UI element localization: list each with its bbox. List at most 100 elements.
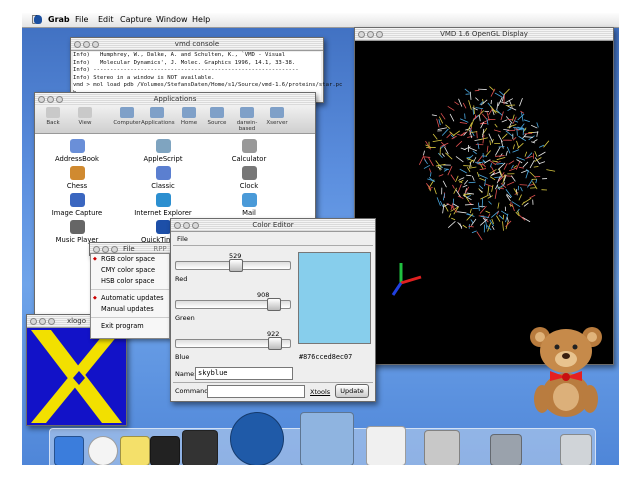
blue-slider[interactable] — [175, 337, 291, 350]
menu-item-hsb-color-space[interactable]: HSB color space — [91, 276, 169, 287]
zoom-button[interactable] — [56, 96, 63, 103]
red-slider[interactable] — [175, 259, 291, 272]
menu-window[interactable]: Window — [156, 13, 188, 27]
dock-clock-icon[interactable] — [88, 436, 118, 465]
app-classic[interactable]: Classic — [123, 166, 203, 190]
app-applescript[interactable]: AppleScript — [123, 139, 203, 163]
zoom-button[interactable] — [376, 31, 383, 38]
app-internet-explorer[interactable]: Internet Explorer — [123, 193, 203, 217]
minimize-button[interactable] — [47, 96, 54, 103]
dock-trash-icon[interactable] — [560, 434, 592, 465]
color-editor-window[interactable]: Color Editor File 529 Red 908 Green 922 … — [170, 218, 376, 402]
toolbar-darwin-based[interactable]: darwin-based — [231, 107, 263, 132]
minimize-button[interactable] — [83, 41, 90, 48]
color-editor-file-menu[interactable]: File — [177, 235, 188, 243]
opengl-titlebar[interactable]: VMD 1.6 OpenGL Display — [355, 28, 613, 41]
dock-finder-icon[interactable] — [54, 436, 84, 465]
close-button[interactable] — [38, 96, 45, 103]
dock-x11-icon[interactable] — [300, 412, 354, 465]
menu-file[interactable]: File — [75, 13, 88, 27]
applications-toolbar: Back View Computer Applications Home Source da… — [35, 105, 315, 134]
xtools-label[interactable]: Xtools — [310, 388, 330, 396]
dock-stickies-icon[interactable] — [120, 436, 150, 465]
menu-help[interactable]: Help — [192, 13, 210, 27]
menu-item-manual-updates[interactable]: Manual updates — [91, 304, 169, 315]
applescript-icon — [155, 139, 171, 153]
menu-grab[interactable]: Grab — [48, 13, 70, 27]
green-slider[interactable] — [175, 298, 291, 311]
opengl-display-window[interactable]: VMD 1.6 OpenGL Display — [354, 27, 614, 365]
green-slider-thumb[interactable] — [266, 298, 281, 311]
command-field[interactable] — [207, 385, 305, 398]
home-icon — [182, 107, 196, 118]
dock-activity-monitor-icon[interactable] — [182, 430, 218, 465]
dock-preferences-icon[interactable] — [490, 434, 522, 465]
dock-globe-icon[interactable] — [230, 412, 284, 465]
blue-slider-thumb[interactable] — [268, 337, 283, 350]
internet-explorer-icon — [155, 193, 171, 207]
app-addressbook[interactable]: AddressBook — [37, 139, 117, 163]
back-icon — [46, 107, 60, 118]
teddy-bear-image — [530, 327, 602, 417]
minimize-button[interactable] — [367, 31, 374, 38]
app-chess[interactable]: Chess — [37, 166, 117, 190]
minimize-button[interactable] — [183, 222, 190, 229]
toolbar-xserver[interactable]: Xserver — [261, 107, 293, 126]
vmd-console-titlebar[interactable]: vmd console — [71, 38, 323, 51]
calculator-icon — [241, 139, 257, 153]
minimize-button[interactable] — [39, 318, 46, 325]
zoom-button[interactable] — [48, 318, 55, 325]
zoom-button[interactable] — [192, 222, 199, 229]
app-music-player[interactable]: Music Player — [37, 220, 117, 244]
close-button[interactable] — [30, 318, 37, 325]
menu-bar:  GrabFileEditCaptureWindowHelp — [22, 13, 619, 28]
toolbar-applications[interactable]: Applications — [141, 107, 175, 126]
dock-preview-icon[interactable] — [424, 430, 460, 465]
dock-terminal-icon[interactable] — [150, 436, 180, 465]
hex-value: #876cced8ec07 — [299, 353, 353, 361]
color-swatch — [298, 252, 371, 344]
file-menu[interactable]: RGB color space ◆ CMY color space HSB color… — [90, 253, 170, 339]
screen:  GrabFileEditCaptureWindowHelp vmd cons… — [0, 0, 640, 480]
app-calculator[interactable]: Calculator — [209, 139, 289, 163]
red-slider-thumb[interactable] — [228, 259, 243, 272]
clock-icon — [241, 166, 257, 180]
molecule-canvas[interactable] — [355, 41, 613, 363]
update-button[interactable]: Update — [335, 384, 369, 398]
toolbar-view[interactable]: View — [69, 107, 101, 126]
name-label: Name: — [175, 370, 197, 378]
app-image-capture[interactable]: Image Capture — [37, 193, 117, 217]
menu-item-cmy-color-space[interactable]: CMY color space — [91, 265, 169, 276]
menu-item-exit-program[interactable]: Exit program — [91, 321, 169, 332]
menu-edit[interactable]: Edit — [98, 13, 114, 27]
color-editor-titlebar[interactable]: Color Editor — [171, 219, 375, 232]
applications-title: Applications — [153, 95, 197, 103]
color-editor-title: Color Editor — [252, 221, 294, 229]
app-mail[interactable]: Mail — [209, 193, 289, 217]
menu-capture[interactable]: Capture — [120, 13, 152, 27]
app-clock[interactable]: Clock — [209, 166, 289, 190]
close-button[interactable] — [358, 31, 365, 38]
source-icon — [210, 107, 224, 118]
zoom-button[interactable] — [92, 41, 99, 48]
dock-textedit-icon[interactable] — [366, 426, 406, 465]
toolbar-source[interactable]: Source — [201, 107, 233, 126]
toolbar-back[interactable]: Back — [37, 107, 69, 126]
mail-icon — [241, 193, 257, 207]
applications-icon — [150, 107, 164, 118]
desktop:  GrabFileEditCaptureWindowHelp vmd cons… — [22, 13, 619, 465]
menu-item-rgb-color-space[interactable]: RGB color space ◆ — [91, 254, 169, 265]
xlogo-icon — [27, 328, 126, 425]
close-button[interactable] — [74, 41, 81, 48]
console-line: Info) ----------------------------------… — [73, 67, 299, 74]
close-button[interactable] — [174, 222, 181, 229]
blue-label: Blue — [175, 353, 190, 361]
menu-item-automatic-updates[interactable]: Automatic updates ◆ — [91, 293, 169, 304]
dock — [49, 412, 596, 465]
addressbook-icon — [69, 139, 85, 153]
vmd-console-title: vmd console — [174, 40, 220, 48]
toolbar-computer[interactable]: Computer — [111, 107, 143, 126]
name-field[interactable]: skyblue — [195, 367, 293, 380]
red-label: Red — [175, 275, 188, 283]
xlogo-title: xlogo — [66, 317, 87, 325]
